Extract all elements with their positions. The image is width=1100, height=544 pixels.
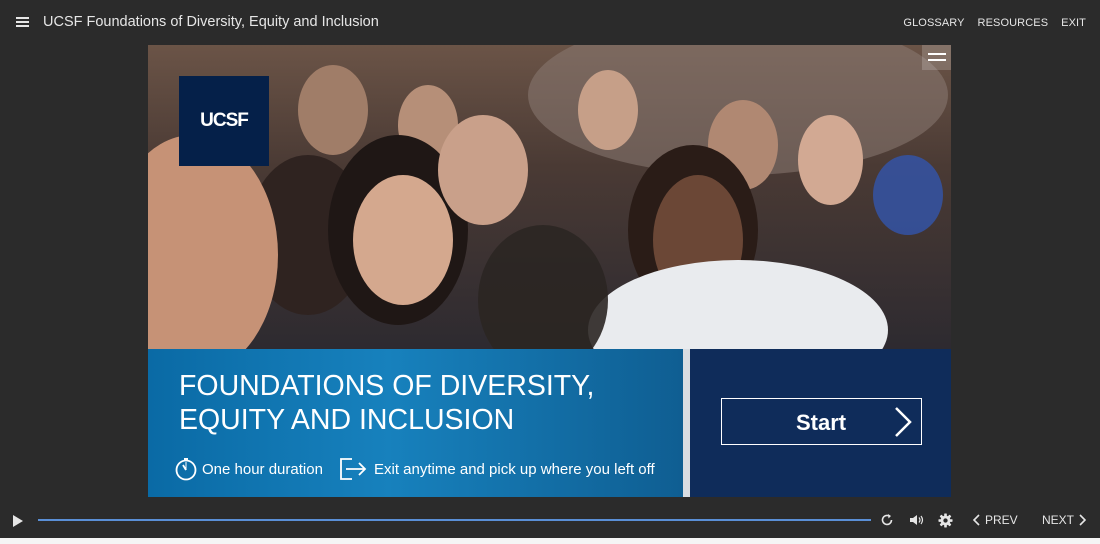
volume-icon[interactable] xyxy=(909,513,925,527)
start-button[interactable]: Start xyxy=(721,398,922,445)
glossary-link[interactable]: GLOSSARY xyxy=(903,17,964,29)
play-icon[interactable] xyxy=(13,515,23,527)
logo-text: UCSF xyxy=(200,110,249,131)
chevron-right-icon xyxy=(895,407,912,437)
course-title: FOUNDATIONS OF DIVERSITY, EQUITY AND INC… xyxy=(179,369,659,437)
duration-info: One hour duration xyxy=(174,456,323,482)
slide-stage: UCSF FOUNDATIONS OF DIVERSITY, EQUITY AN… xyxy=(148,45,951,497)
duration-text: One hour duration xyxy=(202,460,323,478)
next-label: NEXT xyxy=(1042,513,1075,527)
slide-menu-icon[interactable] xyxy=(922,45,951,70)
title-panel: FOUNDATIONS OF DIVERSITY, EQUITY AND INC… xyxy=(148,349,683,497)
start-label: Start xyxy=(796,410,847,435)
prev-label: PREV xyxy=(985,513,1018,527)
player-bar: PREV NEXT xyxy=(0,505,1100,537)
chevron-right-icon xyxy=(1079,514,1087,526)
menu-icon[interactable] xyxy=(16,17,29,28)
exit-info-text: Exit anytime and pick up where you left … xyxy=(374,460,655,478)
top-bar: UCSF Foundations of Diversity, Equity an… xyxy=(0,0,1100,45)
replay-icon[interactable] xyxy=(880,513,894,527)
seek-bar[interactable] xyxy=(38,519,871,521)
top-nav: GLOSSARY RESOURCES EXIT xyxy=(903,17,1086,29)
gear-icon[interactable] xyxy=(938,513,953,528)
stopwatch-icon xyxy=(175,458,197,481)
ucsf-logo: UCSF xyxy=(179,76,269,166)
panel-divider xyxy=(683,349,690,497)
course-title-line-1: FOUNDATIONS OF DIVERSITY, xyxy=(179,370,595,402)
course-title-line-2: EQUITY AND INCLUSION xyxy=(179,404,515,436)
course-title-header: UCSF Foundations of Diversity, Equity an… xyxy=(43,14,379,30)
start-panel: Start xyxy=(690,349,951,497)
bottom-strip xyxy=(0,538,1100,544)
prev-button[interactable]: PREV xyxy=(972,513,1018,527)
resources-link[interactable]: RESOURCES xyxy=(978,17,1049,29)
exit-link[interactable]: EXIT xyxy=(1061,17,1086,29)
exit-info: Exit anytime and pick up where you left … xyxy=(338,456,655,482)
exit-door-icon xyxy=(340,458,367,480)
chevron-left-icon xyxy=(972,514,980,526)
next-button[interactable]: NEXT xyxy=(1042,513,1087,527)
